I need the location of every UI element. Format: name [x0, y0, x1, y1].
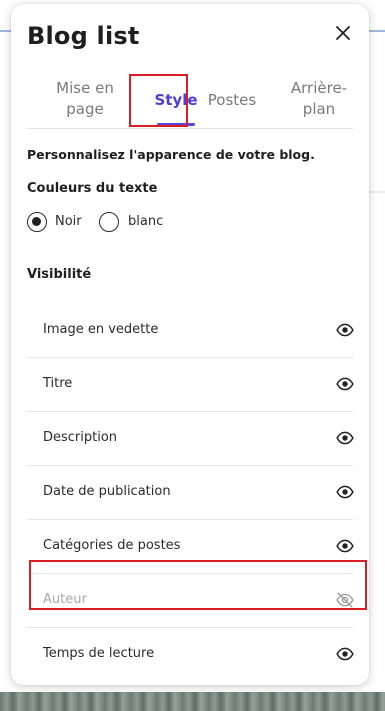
visibility-item-categories-de-postes[interactable]: Catégories de postes	[27, 520, 354, 574]
visibility-item-label: Catégories de postes	[43, 538, 181, 553]
tab-mise-en-page[interactable]: Mise en page	[45, 78, 125, 120]
eye-icon[interactable]	[336, 321, 354, 339]
tab-bar: Mise en page Style Postes Arrière- plan	[27, 76, 353, 129]
background-image-strip	[0, 692, 385, 711]
visibility-item-description[interactable]: Description	[27, 412, 354, 466]
visibility-item-label: Temps de lecture	[43, 646, 155, 661]
visibility-item-titre[interactable]: Titre	[27, 358, 354, 412]
tab-label: Postes	[207, 91, 257, 109]
text-colors-heading: Couleurs du texte	[27, 181, 158, 196]
visibility-item-temps-de-lecture[interactable]: Temps de lecture	[27, 628, 354, 681]
tab-label: Style	[154, 91, 198, 109]
text-color-radio-group: Noir blanc	[27, 212, 227, 236]
visibility-item-label: Auteur	[43, 592, 87, 607]
visibility-item-date-de-publication[interactable]: Date de publication	[27, 466, 354, 520]
radio-noir[interactable]	[27, 212, 47, 232]
eye-icon[interactable]	[336, 537, 354, 555]
tab-postes[interactable]: Postes	[201, 90, 263, 111]
visibility-heading: Visibilité	[27, 267, 92, 282]
eye-off-icon[interactable]	[336, 591, 354, 609]
tab-arriere-plan[interactable]: Arrière- plan	[273, 78, 365, 120]
tab-label: plan	[302, 100, 336, 118]
visibility-list: Image en vedette Titre Description Date …	[27, 304, 354, 681]
radio-blanc[interactable]	[99, 212, 119, 232]
eye-icon[interactable]	[336, 429, 354, 447]
eye-icon[interactable]	[336, 645, 354, 663]
eye-icon[interactable]	[336, 375, 354, 393]
eye-icon[interactable]	[336, 483, 354, 501]
tab-label: Mise en	[56, 79, 114, 97]
radio-label-noir: Noir	[55, 214, 82, 229]
visibility-item-label: Titre	[43, 376, 73, 391]
visibility-item-image-en-vedette[interactable]: Image en vedette	[27, 304, 354, 358]
radio-label-blanc: blanc	[128, 214, 164, 229]
active-tab-underline	[157, 123, 195, 126]
tab-label: Arrière-	[290, 79, 348, 97]
panel-title: Blog list	[27, 22, 140, 50]
tab-label: page	[66, 100, 104, 118]
close-icon[interactable]	[331, 21, 355, 45]
visibility-item-auteur[interactable]: Auteur	[27, 574, 354, 628]
visibility-item-label: Image en vedette	[43, 322, 159, 337]
visibility-item-label: Date de publication	[43, 484, 171, 499]
blog-list-settings-panel: Blog list Mise en page Style Postes Arri…	[11, 4, 369, 685]
tab-style[interactable]: Style	[145, 90, 207, 111]
visibility-item-label: Description	[43, 430, 118, 445]
panel-description: Personnalisez l'apparence de votre blog.	[27, 147, 315, 162]
radio-selected-dot	[32, 217, 41, 226]
